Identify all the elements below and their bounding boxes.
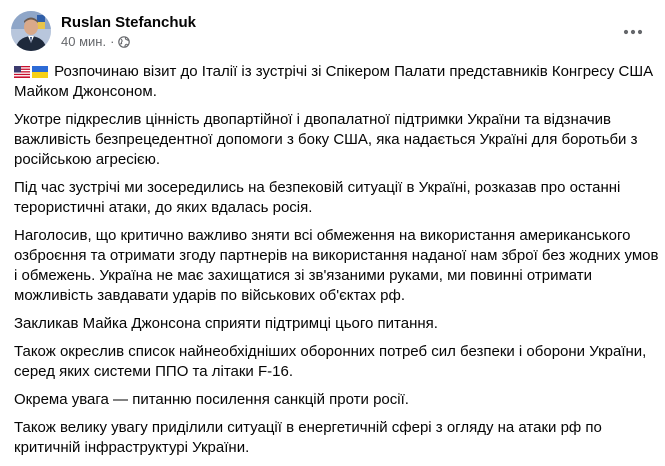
meta-separator: ·	[110, 34, 115, 49]
post-paragraph: Окрема увага — питанню посилення санкцій…	[14, 390, 654, 410]
globe-icon[interactable]	[118, 36, 131, 48]
post-content: Розпочинаю візит до Італії із зустрічі з…	[14, 62, 659, 466]
avatar-image	[11, 11, 51, 51]
facebook-post: Ruslan Stefanchuk 40 мин. · Розпочинаю в…	[0, 0, 665, 461]
post-paragraph: Також окреслив список найнеобхідніших об…	[14, 342, 654, 382]
post-line: Також окреслив список найнеобхідніших об…	[14, 343, 647, 360]
post-line: Також велику увагу приділили ситуації в …	[14, 419, 602, 436]
post-line: російською агресією.	[14, 151, 161, 168]
post-timestamp[interactable]: 40 мин.	[61, 34, 106, 50]
post-paragraph: Укотре підкреслив цінність двопартійної …	[14, 110, 654, 170]
post-paragraph: Закликав Майка Джонсона сприяти підтримц…	[14, 314, 654, 334]
post-line: Укотре підкреслив цінність двопартійної …	[14, 111, 612, 128]
avatar[interactable]	[11, 11, 51, 51]
post-line: Майком Джонсоном.	[14, 83, 157, 100]
post-header: Ruslan Stefanchuk 40 мин. ·	[11, 10, 651, 54]
author-name[interactable]: Ruslan Stefanchuk	[61, 13, 196, 32]
post-paragraph: Під час зустрічі ми зосередились на безп…	[14, 178, 654, 218]
post-line: Розпочинаю візит до Італії із зустрічі з…	[14, 62, 654, 82]
post-line: серед яких системи ППО та літаки F-16.	[14, 363, 293, 380]
post-line: Закликав Майка Джонсона сприяти підтримц…	[14, 315, 438, 332]
post-line: важливість безпрецедентної допомоги з бо…	[14, 131, 638, 148]
paragraph-text: Розпочинаю візит до Італії із зустрічі з…	[54, 63, 654, 80]
more-options-button[interactable]	[617, 16, 649, 48]
post-line: Під час зустрічі ми зосередились на безп…	[14, 179, 621, 196]
post-line: озброєння та отримати згоду партнерів на…	[14, 247, 659, 264]
post-line: Наголосив, що критично важливо зняти всі…	[14, 227, 631, 244]
post-meta: 40 мин. ·	[61, 34, 131, 50]
post-paragraph: Розпочинаю візит до Італії із зустрічі з…	[14, 62, 654, 102]
post-line: критичній інфраструктурі України.	[14, 439, 250, 456]
post-line: терористичні атаки, до яких вдалась росі…	[14, 199, 313, 216]
post-paragraph: Також велику увагу приділили ситуації в …	[14, 418, 654, 458]
ukraine-flag-icon	[32, 66, 48, 78]
post-line: Окрема увага — питанню посилення санкцій…	[14, 391, 409, 408]
post-line: і обмежень. Україна не має захищатися зі…	[14, 267, 593, 284]
post-line: можливість завдавати ударів по військови…	[14, 287, 406, 304]
us-flag-icon	[14, 66, 30, 78]
more-horizontal-icon	[623, 29, 643, 35]
post-paragraph: Наголосив, що критично важливо зняти всі…	[14, 226, 659, 306]
